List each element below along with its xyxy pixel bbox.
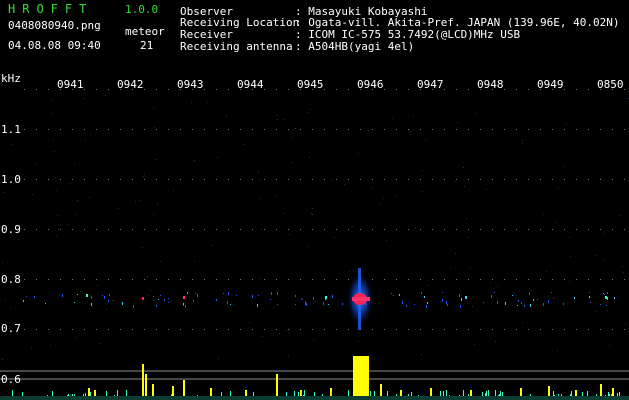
baseline-band <box>0 396 629 400</box>
time-tick: 0945 <box>297 78 324 91</box>
time-grid-dots <box>24 89 625 330</box>
spectrogram <box>0 89 629 400</box>
freq-tick: 1.0 <box>1 173 21 186</box>
freq-tick: 0.8 <box>1 273 21 286</box>
time-tick: 0947 <box>417 78 444 91</box>
time-tick: 0850 <box>597 78 624 91</box>
freq-tick: 0.9 <box>1 223 21 236</box>
detection-peak <box>353 356 369 400</box>
noise-specks <box>0 95 629 360</box>
time-tick: 0942 <box>117 78 144 91</box>
meteor-echo <box>346 268 374 330</box>
time-tick: 0943 <box>177 78 204 91</box>
freq-tick: 0.7 <box>1 322 21 335</box>
time-tick: 0946 <box>357 78 384 91</box>
time-axis: 0941 0942 0943 0944 0945 0946 0947 0948 … <box>0 79 629 91</box>
time-tick: 0941 <box>57 78 84 91</box>
time-tick: 0948 <box>477 78 504 91</box>
echo-trace <box>23 292 615 308</box>
time-tick: 0944 <box>237 78 264 91</box>
freq-tick: 1.1 <box>1 123 21 136</box>
freq-tick: 0.6 <box>1 373 21 386</box>
detection-histogram <box>12 364 620 396</box>
time-tick: 0949 <box>537 78 564 91</box>
